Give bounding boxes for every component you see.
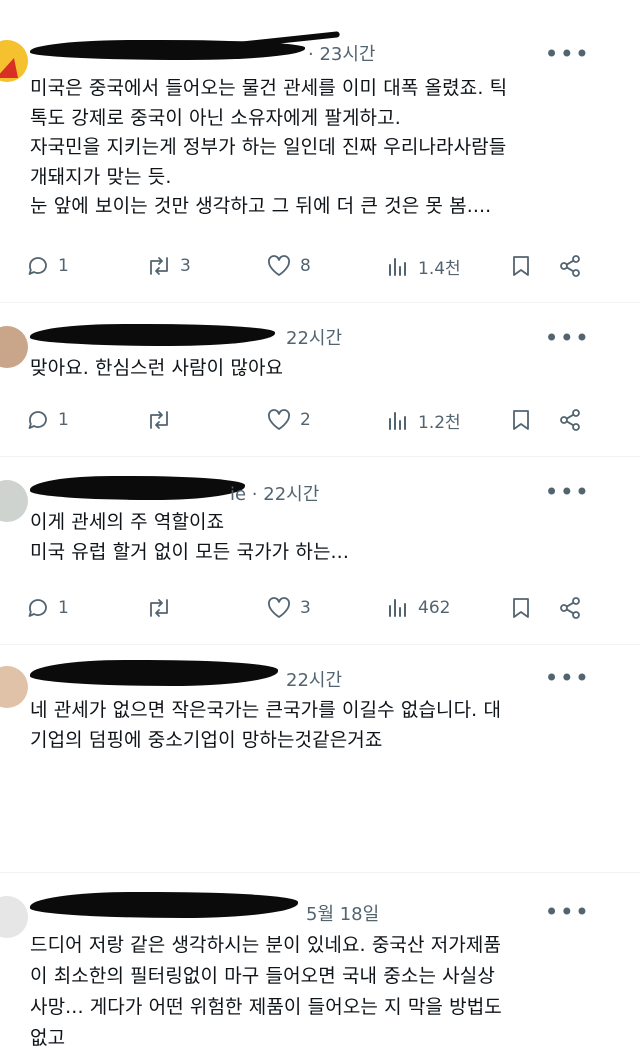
heart-icon xyxy=(268,255,290,276)
divider xyxy=(0,872,640,873)
reply-count: 1 xyxy=(58,598,69,618)
post-text: 네 관세가 없으면 작은국가는 큰국가를 이길수 없습니다. 대 기업의 덤핑에… xyxy=(30,696,600,755)
repost-button[interactable]: 3 xyxy=(146,254,191,278)
post-header: · 23시간 xyxy=(30,31,600,66)
view-count: 1.4천 xyxy=(418,259,461,279)
action-bar: 1 3 462 xyxy=(26,596,596,626)
post-text-line: 이게 관세의 주 역할이죠 xyxy=(30,511,225,533)
share-icon xyxy=(560,597,580,619)
heart-icon xyxy=(268,409,290,430)
redacted-username xyxy=(30,892,298,918)
post-text-line: 드디어 저랑 같은 생각하시는 분이 있네요. 중국산 저가제품 xyxy=(30,934,502,956)
like-button[interactable]: 8 xyxy=(266,254,311,278)
timestamp[interactable]: 22시간 xyxy=(286,666,342,692)
redacted-username xyxy=(30,324,275,346)
like-button[interactable]: 3 xyxy=(266,596,311,620)
timestamp[interactable]: 5월 18일 xyxy=(306,900,379,926)
redacted-username xyxy=(30,476,245,500)
bookmark-icon xyxy=(513,256,529,276)
heart-icon xyxy=(268,597,290,618)
repost-icon xyxy=(150,411,168,429)
redacted-username xyxy=(30,660,278,686)
post-text-line: 톡도 강제로 중국이 아닌 소유자에게 팔게하고. xyxy=(30,106,401,129)
timestamp[interactable]: · 23시간 xyxy=(308,40,375,66)
reply-button[interactable]: 1 xyxy=(26,254,69,278)
views-button[interactable]: 1.2천 xyxy=(386,408,461,433)
more-options-icon[interactable]: ••• xyxy=(545,324,590,352)
divider xyxy=(0,644,640,645)
more-options-icon[interactable]: ••• xyxy=(545,898,590,926)
share-button[interactable] xyxy=(558,254,582,278)
post-text-line: 기업의 덤핑에 중소기업이 망하는것같은거죠 xyxy=(30,728,383,751)
post-text: 드디어 저랑 같은 생각하시는 분이 있네요. 중국산 저가제품 이 최소한의 … xyxy=(30,930,600,1054)
post-header: 22시간 xyxy=(30,660,600,692)
like-count: 3 xyxy=(300,598,311,618)
views-button[interactable]: 1.4천 xyxy=(386,254,461,279)
post-header: 5월 18일 xyxy=(30,892,600,925)
post-text: 미국은 중국에서 들어오는 물건 관세를 이미 대폭 올렸죠. 틱 톡도 강제로… xyxy=(30,74,600,222)
share-icon xyxy=(560,409,580,431)
repost-button[interactable] xyxy=(146,408,172,432)
bookmark-icon xyxy=(513,598,529,618)
more-options-icon[interactable]: ••• xyxy=(545,478,590,506)
post-text-line: 미국은 중국에서 들어오는 물건 관세를 이미 대폭 올렸죠. 틱 xyxy=(30,77,508,99)
post-text: 이게 관세의 주 역할이죠 미국 유럽 할거 없이 모든 국가가 하는... xyxy=(30,508,600,567)
avatar[interactable] xyxy=(0,896,28,938)
reply-button[interactable]: 1 xyxy=(26,408,69,432)
avatar[interactable] xyxy=(0,326,28,368)
bookmark-button[interactable] xyxy=(510,408,532,432)
repost-count: 3 xyxy=(180,256,191,276)
post-text-line: 이 최소한의 필터링없이 마구 들어오면 국내 중소는 사실상 xyxy=(30,965,495,987)
reply-count: 1 xyxy=(58,256,69,276)
post-text-line: 자국민을 지키는게 정부가 하는 일인데 진짜 우리나라사람들 xyxy=(30,136,507,158)
action-bar: 1 3 8 1.4천 xyxy=(26,254,596,284)
timestamp[interactable]: 22시간 xyxy=(286,324,342,350)
post-text-line: 사망... 게다가 어떤 위험한 제품이 들어오는 지 막을 방법도 xyxy=(30,996,502,1018)
reply-button[interactable]: 1 xyxy=(26,596,69,620)
like-count: 2 xyxy=(300,410,311,430)
bookmark-button[interactable] xyxy=(510,596,532,620)
post-text-line: 개돼지가 맞는 듯. xyxy=(30,165,172,188)
bookmark-icon xyxy=(513,410,529,430)
share-button[interactable] xyxy=(558,408,582,432)
divider xyxy=(0,302,640,303)
post-text-line: 맞아요. 한심스런 사람이 많아요 xyxy=(30,357,284,379)
reply-icon xyxy=(28,599,47,617)
more-options-icon[interactable]: ••• xyxy=(545,664,590,692)
reply-icon xyxy=(28,257,47,275)
share-icon xyxy=(560,255,580,277)
views-button[interactable]: 462 xyxy=(386,596,450,620)
repost-icon xyxy=(150,257,168,275)
post-text-line: 눈 앞에 보이는 것만 생각하고 그 뒤에 더 큰 것은 못 봄.... xyxy=(30,195,492,217)
repost-icon xyxy=(150,599,168,617)
analytics-icon xyxy=(389,411,406,430)
post-text-line: 미국 유럽 할거 없이 모든 국가가 하는... xyxy=(30,540,349,563)
share-button[interactable] xyxy=(558,596,582,620)
bookmark-button[interactable] xyxy=(510,254,532,278)
like-button[interactable]: 2 xyxy=(266,408,311,432)
repost-button[interactable] xyxy=(146,596,172,620)
reply-count: 1 xyxy=(58,410,69,430)
avatar[interactable] xyxy=(0,666,28,708)
action-bar: 1 2 1.2천 xyxy=(26,408,596,438)
post-text-line: 네 관세가 없으면 작은국가는 큰국가를 이길수 없습니다. 대 xyxy=(30,699,502,721)
like-count: 8 xyxy=(300,256,311,276)
timestamp[interactable]: ie · 22시간 xyxy=(230,480,319,506)
avatar[interactable] xyxy=(0,480,28,522)
divider xyxy=(0,456,640,457)
post-text-line: 없고 xyxy=(30,1027,66,1049)
view-count: 462 xyxy=(418,598,451,618)
reply-icon xyxy=(28,411,47,429)
analytics-icon xyxy=(389,599,406,617)
avatar[interactable] xyxy=(0,40,28,82)
more-options-icon[interactable]: ••• xyxy=(545,40,590,68)
post-header: 22시간 xyxy=(30,320,600,350)
analytics-icon xyxy=(389,257,406,276)
post-header: ie · 22시간 xyxy=(30,474,600,506)
view-count: 1.2천 xyxy=(418,413,461,433)
post-text: 맞아요. 한심스런 사람이 많아요 xyxy=(30,354,600,384)
